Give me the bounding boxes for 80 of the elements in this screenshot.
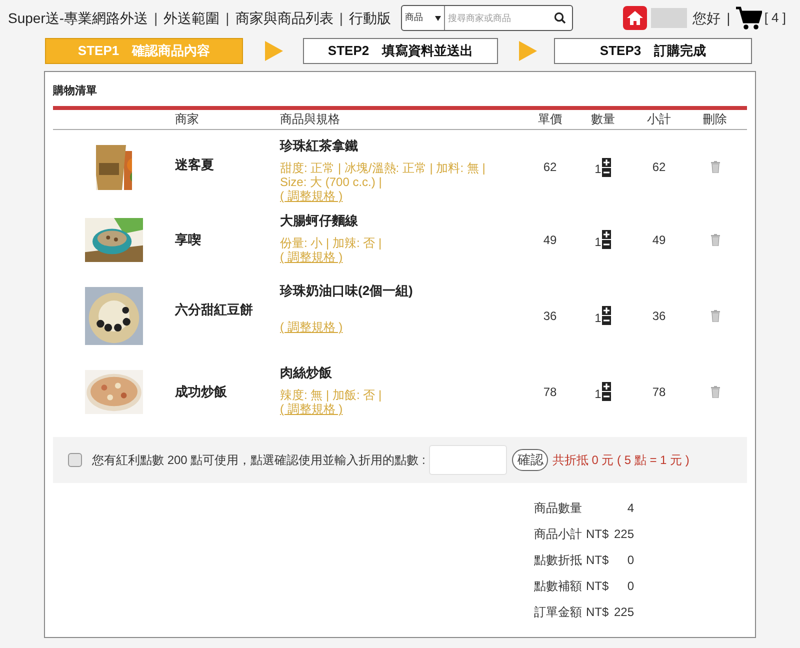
merchant-name: 六分甜紅豆餅	[175, 302, 253, 316]
summary-label: 商品數量	[534, 500, 582, 514]
product-name: 珍珠紅茶拿鐵	[280, 136, 358, 154]
merchant-name: 迷客夏	[175, 156, 214, 172]
merchant-name: 成功炒飯	[175, 384, 227, 398]
product-options: 份量: 小 | 加辣: 否 |	[280, 236, 505, 250]
subtotal: 49	[652, 232, 666, 246]
summary-label: 商品小計	[534, 526, 582, 540]
summary-value: 4	[627, 500, 634, 514]
currency-label: NT$	[586, 552, 609, 566]
summary-value: 0	[627, 578, 634, 592]
points-label: 您有紅利點數 200 點可使用，點選確認使用並輸入折用的點數 :	[92, 452, 426, 468]
home-icon[interactable]	[622, 6, 647, 30]
search-icon[interactable]	[554, 12, 566, 24]
currency-label: NT$	[586, 604, 609, 618]
trash-icon[interactable]	[710, 386, 720, 398]
plus-icon[interactable]	[602, 306, 612, 315]
cart-icon[interactable]	[736, 6, 762, 30]
separator: |	[726, 8, 730, 28]
quantity: 1	[594, 386, 602, 402]
product-name: 大腸蚵仔麵線	[280, 212, 358, 230]
caret-icon	[434, 16, 441, 20]
product-name: 肉絲炒飯	[280, 364, 332, 382]
minus-icon[interactable]	[602, 168, 612, 176]
arrow-icon	[265, 41, 283, 61]
column-header: 商品與規格	[280, 112, 340, 126]
arrow-icon	[519, 41, 537, 61]
summary-label: 訂單金額	[534, 604, 582, 618]
quantity: 1	[594, 234, 602, 250]
summary-value: 0	[627, 552, 634, 566]
checkbox[interactable]	[68, 452, 82, 466]
column-header: 刪除	[703, 112, 727, 126]
separator: |	[154, 8, 158, 28]
trash-icon[interactable]	[710, 310, 720, 322]
summary-value: 225	[614, 526, 634, 540]
points-input[interactable]	[429, 444, 508, 474]
unit-price: 36	[543, 308, 557, 322]
summary-label: 點數折抵	[534, 552, 582, 566]
subtotal: 36	[652, 308, 666, 322]
unit-price: 62	[543, 160, 557, 174]
nav-link[interactable]: 行動版	[348, 8, 391, 28]
subtotal: 62	[652, 160, 666, 174]
category-select[interactable]: 商品	[402, 6, 445, 30]
summary-value: 225	[614, 604, 634, 618]
avatar-placeholder	[650, 8, 687, 28]
plus-icon[interactable]	[602, 230, 612, 239]
minus-icon[interactable]	[602, 240, 612, 249]
unit-price: 49	[543, 232, 557, 246]
separator: |	[226, 8, 230, 28]
currency-label: NT$	[586, 578, 609, 592]
discount-text: 共折抵 0 元 ( 5 點 = 1 元 )	[552, 452, 690, 468]
section-title: 購物清單	[53, 84, 98, 99]
column-header: 數量	[591, 112, 615, 126]
column-header: 單價	[538, 112, 562, 126]
merchant-name: 享喫	[175, 232, 201, 246]
separator: |	[339, 8, 343, 28]
quantity: 1	[594, 161, 602, 178]
trash-icon[interactable]	[710, 161, 720, 173]
product-name: 珍珠奶油口味(2個一組)	[280, 282, 413, 300]
summary-label: 點數補額	[534, 578, 582, 592]
product-options: 甜度: 正常 | 冰塊/溫熱: 正常 | 加料: 無 | Size: 大 (700 c.c.) |	[280, 161, 505, 189]
currency-label: NT$	[586, 526, 609, 540]
plus-icon[interactable]	[602, 158, 612, 166]
nav-link[interactable]: Super送-專業網路外送	[8, 8, 148, 28]
cart-count[interactable]: [ 4 ]	[764, 8, 786, 28]
product-options: 辣度: 無 | 加飯: 否 |	[280, 388, 505, 402]
greeting-text: 您好	[692, 8, 721, 28]
plus-icon[interactable]	[602, 382, 612, 391]
nav-link[interactable]: 外送範圍	[164, 8, 220, 28]
search-bar: 商品 搜尋商家或商品	[400, 5, 573, 31]
minus-icon[interactable]	[602, 392, 612, 401]
subtotal: 78	[652, 384, 666, 398]
column-header: 小計	[647, 112, 671, 126]
minus-icon[interactable]	[602, 316, 612, 325]
unit-price: 78	[543, 384, 557, 398]
confirm-button[interactable]: 確認	[512, 448, 548, 470]
column-header: 商家	[175, 112, 199, 126]
quantity: 1	[594, 310, 602, 326]
trash-icon[interactable]	[710, 234, 720, 246]
nav-link[interactable]: 商家與商品列表	[235, 8, 334, 28]
